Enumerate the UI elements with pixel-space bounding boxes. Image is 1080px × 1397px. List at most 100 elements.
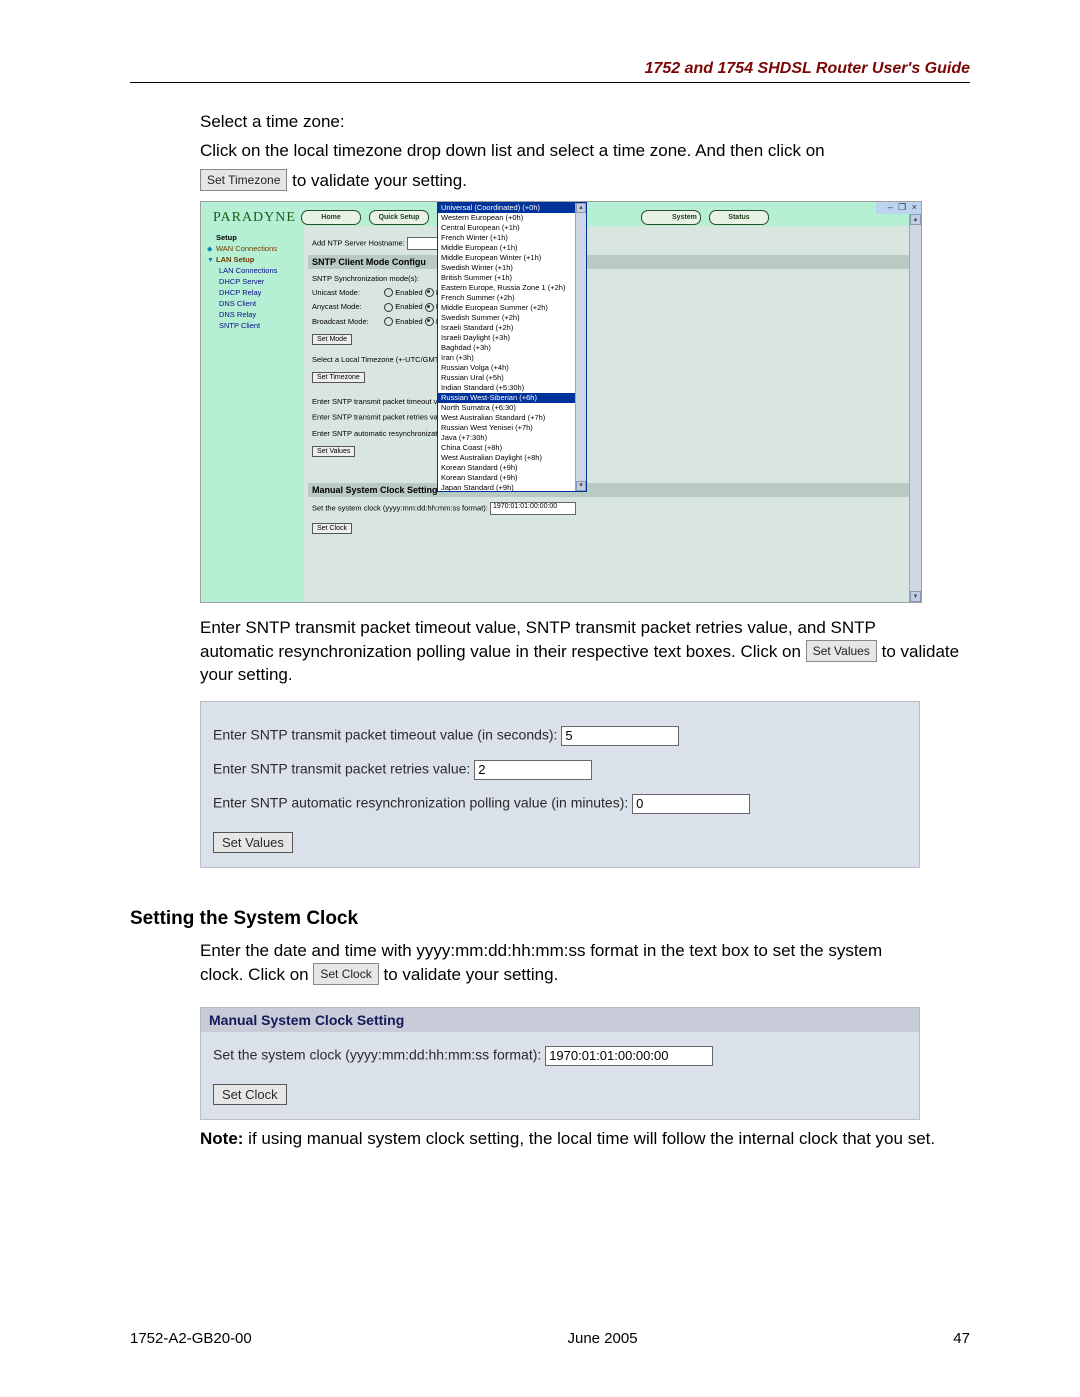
retries-input[interactable]	[474, 760, 592, 780]
close-icon[interactable]: ×	[912, 202, 917, 212]
nav-home[interactable]: Home	[301, 210, 361, 225]
tz-option[interactable]: Iran (+3h)	[438, 353, 586, 363]
manual-clock-input[interactable]	[545, 1046, 713, 1066]
page-footer: 1752-A2-GB20-00 June 2005 47	[130, 1330, 970, 1347]
tz-option[interactable]: Indian Standard (+5:30h)	[438, 383, 586, 393]
add-ntp-label: Add NTP Server Hostname:	[312, 238, 405, 247]
sidebar-dhcp-server[interactable]: DHCP Server	[207, 276, 301, 287]
tz-option[interactable]: Russian West-Siberian (+6h)	[438, 393, 586, 403]
section-heading-clock: Setting the System Clock	[130, 908, 970, 930]
note-para: Note: if using manual system clock setti…	[200, 1128, 970, 1151]
set-clock-button-mini[interactable]: Set Clock	[312, 523, 352, 534]
clock-para: Enter the date and time with yyyy:mm:dd:…	[200, 940, 970, 987]
sidebar-dns-relay[interactable]: DNS Relay	[207, 309, 301, 320]
tz-option[interactable]: Swedish Winter (+1h)	[438, 263, 586, 273]
sntp-values-panel: Enter SNTP transmit packet timeout value…	[200, 701, 920, 868]
tz-option[interactable]: French Winter (+1h)	[438, 233, 586, 243]
manual-clock-panel: Manual System Clock Setting Set the syst…	[200, 1007, 920, 1120]
manual-clock-head-mini: Manual System Clock Setting	[308, 483, 917, 497]
page-header: 1752 and 1754 SHDSL Router User's Guide	[130, 60, 970, 83]
broadcast-label: Broadcast Mode:	[312, 317, 382, 326]
tz-option[interactable]: Western European (+0h)	[438, 213, 586, 223]
manual-clock-head: Manual System Clock Setting	[201, 1008, 919, 1032]
intro-para-2-text: Click on the local timezone drop down li…	[200, 141, 825, 160]
set-values-button-inline: Set Values	[806, 640, 877, 662]
tz-option[interactable]: British Summer (+1h)	[438, 273, 586, 283]
tz-option[interactable]: Russian West Yenisei (+7h)	[438, 423, 586, 433]
tz-option[interactable]: Middle European (+1h)	[438, 243, 586, 253]
footer-doc-id: 1752-A2-GB20-00	[130, 1330, 252, 1347]
sidebar-wan[interactable]: ◆WAN Connections	[207, 243, 301, 254]
tz-option[interactable]: Swedish Summer (+2h)	[438, 313, 586, 323]
mid-para: Enter SNTP transmit packet timeout value…	[200, 617, 970, 687]
select-tz-label: Select a Local Timezone (+-UTC/GMT time)…	[312, 355, 913, 364]
sync-modes-label: SNTP Synchronization mode(s):	[312, 274, 913, 283]
anycast-disabled-radio[interactable]	[425, 303, 434, 312]
manual-clock-input-mini[interactable]: 1970:01:01:00:00:00	[490, 502, 576, 515]
tz-scrollbar[interactable]: ▴ ▾	[575, 203, 586, 491]
tz-option[interactable]: French Summer (+2h)	[438, 293, 586, 303]
manual-clock-label: Set the system clock (yyyy:mm:dd:hh:mm:s…	[213, 1046, 541, 1062]
timezone-dropdown[interactable]: ▴ ▾ Universal (Coordinated) (+0h)Western…	[437, 202, 587, 492]
anycast-enabled-radio[interactable]	[384, 303, 393, 312]
unicast-enabled-radio[interactable]	[384, 288, 393, 297]
tz-option[interactable]: Korean Standard (+9h)	[438, 473, 586, 483]
sidebar-dhcp-relay[interactable]: DHCP Relay	[207, 287, 301, 298]
nav-status[interactable]: Status	[709, 210, 769, 225]
sidebar-setup[interactable]: Setup	[207, 232, 301, 243]
timeout-label: Enter SNTP transmit packet timeout value…	[213, 726, 557, 742]
footer-page-number: 47	[953, 1330, 970, 1347]
scroll-up-icon[interactable]: ▴	[910, 214, 921, 225]
sntp-config-head: SNTP Client Mode Configu	[308, 255, 917, 269]
restore-icon[interactable]: ❐	[898, 202, 906, 212]
router-body: Add NTP Server Hostname: SNTP Client Mod…	[304, 226, 921, 602]
tz-option[interactable]: West Australian Standard (+7h)	[438, 413, 586, 423]
intro-para-3-tail: to validate your setting.	[292, 171, 467, 190]
manual-clock-label-mini: Set the system clock (yyyy:mm:dd:hh:mm:s…	[312, 504, 488, 513]
tz-option[interactable]: China Coast (+8h)	[438, 443, 586, 453]
intro-para-3: Set Timezone to validate your setting.	[200, 169, 970, 193]
resync-input[interactable]	[632, 794, 750, 814]
set-clock-button[interactable]: Set Clock	[213, 1084, 287, 1105]
tz-option[interactable]: Java (+7:30h)	[438, 433, 586, 443]
note-text: if using manual system clock setting, th…	[243, 1129, 935, 1148]
tz-option[interactable]: Baghdad (+3h)	[438, 343, 586, 353]
tz-option[interactable]: Russian Ural (+5h)	[438, 373, 586, 383]
window-controls: – ❐ ×	[876, 202, 921, 214]
broadcast-enabled-radio[interactable]	[384, 317, 393, 326]
set-timezone-button[interactable]: Set Timezone	[312, 372, 365, 383]
tz-option[interactable]: Russian Volga (+4h)	[438, 363, 586, 373]
tz-option[interactable]: Eastern Europe, Russia Zone 1 (+2h)	[438, 283, 586, 293]
broadcast-disabled-radio[interactable]	[425, 317, 434, 326]
anycast-label: Anycast Mode:	[312, 302, 382, 311]
sidebar-dns-client[interactable]: DNS Client	[207, 298, 301, 309]
nav-system[interactable]: System	[641, 210, 701, 225]
tz-option[interactable]: Universal (Coordinated) (+0h)	[438, 203, 586, 213]
unicast-disabled-radio[interactable]	[425, 288, 434, 297]
set-timezone-button-inline: Set Timezone	[200, 169, 287, 191]
tz-scroll-down-icon[interactable]: ▾	[576, 481, 586, 491]
sidebar-sntp-client[interactable]: SNTP Client	[207, 320, 301, 331]
set-values-button[interactable]: Set Values	[213, 832, 293, 853]
tz-option[interactable]: Israeli Daylight (+3h)	[438, 333, 586, 343]
sidebar-lan-connections[interactable]: LAN Connections	[207, 265, 301, 276]
timeout-input[interactable]	[561, 726, 679, 746]
set-values-button-mini[interactable]: Set Values	[312, 446, 355, 457]
set-mode-button[interactable]: Set Mode	[312, 334, 352, 345]
tz-option[interactable]: Middle European Summer (+2h)	[438, 303, 586, 313]
tz-option[interactable]: Japan Standard (+9h)	[438, 483, 586, 492]
router-scrollbar[interactable]: ▴ ▾	[909, 214, 921, 602]
tz-option[interactable]: West Australian Daylight (+8h)	[438, 453, 586, 463]
note-bold: Note:	[200, 1129, 243, 1148]
tz-option[interactable]: Korean Standard (+9h)	[438, 463, 586, 473]
tz-scroll-up-icon[interactable]: ▴	[576, 203, 586, 213]
intro-para-2: Click on the local timezone drop down li…	[200, 140, 970, 163]
sidebar-lan[interactable]: ▼LAN Setup	[207, 254, 301, 265]
minimize-icon[interactable]: –	[888, 202, 893, 212]
tz-option[interactable]: Israeli Standard (+2h)	[438, 323, 586, 333]
tz-option[interactable]: Central European (+1h)	[438, 223, 586, 233]
scroll-down-icon[interactable]: ▾	[910, 591, 921, 602]
tz-option[interactable]: Middle European Winter (+1h)	[438, 253, 586, 263]
tz-option[interactable]: North Sumatra (+6:30)	[438, 403, 586, 413]
nav-quick-setup[interactable]: Quick Setup	[369, 210, 429, 225]
